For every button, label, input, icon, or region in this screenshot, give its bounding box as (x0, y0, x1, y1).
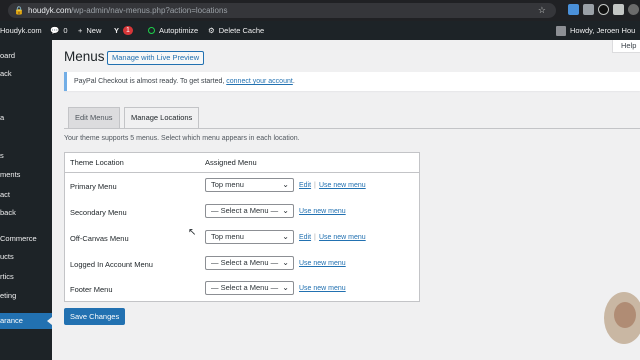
yoast-icon: Y (114, 26, 120, 35)
menu-select-footer[interactable]: — Select a Menu — ⌄ (205, 281, 294, 295)
yoast-link[interactable]: Y 1 (114, 21, 133, 40)
extension-icon[interactable] (568, 4, 579, 15)
paypal-notice: PayPal Checkout is almost ready. To get … (64, 72, 640, 91)
column-theme-location: Theme Location (70, 158, 124, 167)
sidebar-item-comments[interactable]: ments (0, 167, 52, 183)
sidebar-item-products[interactable]: ucts (0, 249, 52, 265)
location-label-logged-in: Logged In Account Menu (70, 260, 153, 269)
extension-icon[interactable] (613, 4, 624, 15)
edit-link-off-canvas[interactable]: Edit (299, 234, 311, 241)
locations-table (64, 152, 420, 302)
updates-badge: 1 (123, 26, 133, 35)
url-path: /wp-admin/nav-menus.php?action=locations (71, 6, 228, 15)
link-separator: | (314, 182, 316, 189)
bookmark-star-icon[interactable]: ☆ (538, 5, 546, 16)
sidebar-item-contact[interactable]: act (0, 187, 52, 203)
chevron-down-icon: ⌄ (282, 283, 289, 292)
table-header-divider (64, 172, 420, 173)
extension-icon[interactable] (583, 4, 594, 15)
presenter-face (614, 302, 636, 328)
sidebar-item-marketing[interactable]: eting (0, 288, 52, 304)
sidebar-item-media[interactable]: a (0, 110, 52, 126)
sidebar-item-feedback-2[interactable]: back (0, 205, 52, 221)
comments-icon: 💬 (50, 26, 60, 35)
connect-account-link[interactable]: connect your account (226, 78, 293, 85)
sidebar-item-analytics[interactable]: rtics (0, 269, 52, 285)
url-host: houdyk.com (28, 6, 72, 15)
sidebar-item-pages[interactable]: s (0, 148, 52, 164)
chevron-down-icon: ⌄ (282, 258, 289, 267)
new-content-link[interactable]: + New (78, 21, 101, 40)
sidebar-item-appearance[interactable]: arance (0, 313, 52, 329)
use-new-menu-link-off-canvas[interactable]: Use new menu (319, 234, 366, 241)
location-label-secondary: Secondary Menu (70, 208, 127, 217)
location-label-footer: Footer Menu (70, 285, 113, 294)
use-new-menu-link-secondary[interactable]: Use new menu (299, 208, 346, 215)
location-label-off-canvas: Off-Canvas Menu (70, 234, 129, 243)
admin-sidebar: oard ack a s ments act back Commerce uct… (0, 40, 52, 360)
lock-icon: 🔒 (14, 6, 24, 15)
save-changes-button[interactable]: Save Changes (64, 308, 126, 325)
status-dot-icon (148, 27, 155, 34)
tab-manage-locations[interactable]: Manage Locations (124, 107, 200, 129)
locations-intro: Your theme supports 5 menus. Select whic… (64, 135, 300, 142)
menu-select-secondary[interactable]: — Select a Menu — ⌄ (205, 204, 294, 218)
delete-cache-link[interactable]: ⚙ Delete Cache (208, 21, 264, 40)
help-tab[interactable]: Help (612, 40, 640, 53)
admin-bar: Houdyk.com 💬 0 + New Y 1 Autoptimize ⚙ D… (0, 21, 640, 40)
autoptimize-link[interactable]: Autoptimize (148, 21, 198, 40)
profile-icon[interactable] (628, 4, 639, 15)
column-assigned-menu: Assigned Menu (205, 158, 257, 167)
avatar (556, 25, 566, 36)
address-bar[interactable]: 🔒 houdyk.com /wp-admin/nav-menus.php?act… (8, 3, 556, 18)
comments-link[interactable]: 💬 0 (50, 21, 68, 40)
chevron-down-icon: ⌄ (282, 180, 289, 189)
sidebar-item-feedback[interactable]: ack (0, 66, 52, 82)
page-title: Menus (64, 49, 105, 64)
mouse-cursor-icon: ↖ (188, 227, 197, 238)
plus-icon: + (78, 26, 83, 35)
browser-toolbar: 🔒 houdyk.com /wp-admin/nav-menus.php?act… (0, 0, 640, 21)
account-menu[interactable]: Howdy, Jeroen Hou (556, 21, 635, 40)
use-new-menu-link-logged-in[interactable]: Use new menu (299, 260, 346, 267)
tab-divider (64, 128, 640, 129)
extensions (568, 4, 639, 15)
webcam-overlay (604, 292, 640, 344)
link-separator: | (314, 234, 316, 241)
use-new-menu-link-footer[interactable]: Use new menu (299, 285, 346, 292)
chevron-down-icon: ⌄ (282, 206, 289, 215)
menu-select-off-canvas[interactable]: Top menu ⌄ (205, 230, 294, 244)
extension-icon[interactable] (598, 4, 609, 15)
location-label-primary: Primary Menu (70, 182, 117, 191)
use-new-menu-link-primary[interactable]: Use new menu (319, 182, 366, 189)
chevron-down-icon: ⌄ (282, 232, 289, 241)
menu-select-logged-in[interactable]: — Select a Menu — ⌄ (205, 256, 294, 270)
tab-edit-menus[interactable]: Edit Menus (68, 107, 120, 128)
sidebar-item-woocommerce[interactable]: Commerce (0, 231, 52, 247)
cache-icon: ⚙ (208, 26, 215, 35)
edit-link-primary[interactable]: Edit (299, 182, 311, 189)
sidebar-item-dashboard[interactable]: oard (0, 48, 52, 64)
menu-select-primary[interactable]: Top menu ⌄ (205, 178, 294, 192)
site-name[interactable]: Houdyk.com (0, 21, 42, 40)
live-preview-button[interactable]: Manage with Live Preview (107, 51, 205, 65)
